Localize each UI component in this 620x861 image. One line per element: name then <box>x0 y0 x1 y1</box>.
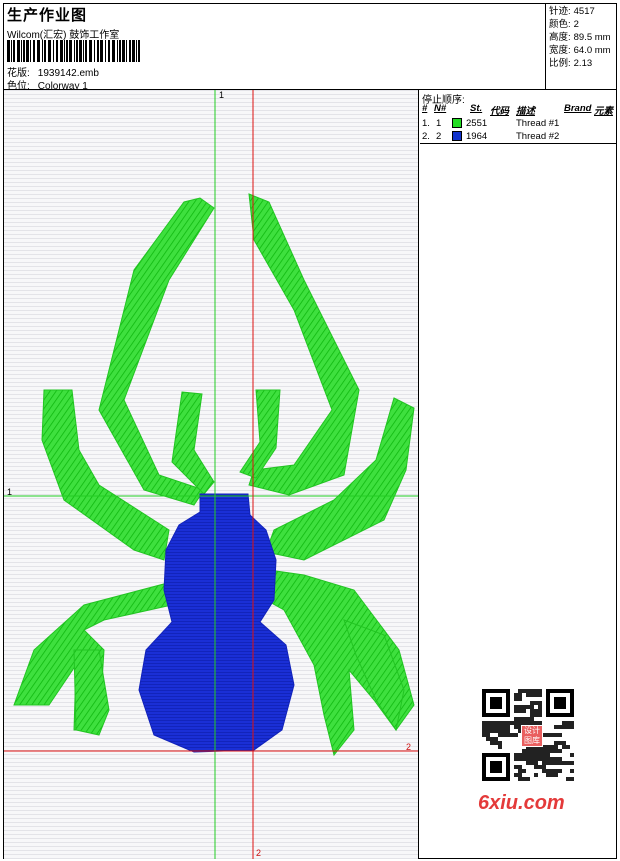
sheet-header: 生产作业图 Wilcom(汇宏) 鼓饰工作室 花版: 1939142.emb 色… <box>4 4 616 92</box>
col-n: N# <box>434 103 447 114</box>
thread-table-header: # N# St. 代码 描述 Brand 元素 <box>420 103 616 117</box>
divider <box>420 143 616 144</box>
axis-label-bottom: 2 <box>256 848 262 858</box>
watermark-stamp: 设计图库 <box>521 725 543 747</box>
company-name: Wilcom(汇宏) 鼓饰工作室 <box>7 30 120 41</box>
stat-width: 宽度: 64.0 mm <box>549 44 613 57</box>
stat-value: 2 <box>573 19 579 30</box>
thread-color-swatch <box>452 131 462 141</box>
row-desc: Thread #2 <box>516 131 560 142</box>
stat-label: 比例: <box>549 58 571 69</box>
col-element: 元素 <box>594 106 614 117</box>
stat-colors: 颜色: 2 <box>549 18 613 31</box>
row-desc: Thread #1 <box>516 118 560 129</box>
stat-stitches: 针迹: 4517 <box>549 5 613 18</box>
stat-height: 高度: 89.5 mm <box>549 31 613 44</box>
col-st: St. <box>470 103 483 114</box>
col-brand: Brand <box>564 103 592 114</box>
watermark-text: 6xiu.com <box>478 792 565 814</box>
stat-scale: 比例: 2.13 <box>549 57 613 70</box>
row-index: 1. <box>422 118 430 129</box>
stat-label: 针迹: <box>549 6 571 17</box>
stat-label: 宽度: <box>549 45 571 56</box>
axis-label-left: 1 <box>7 487 13 497</box>
row-n: 1 <box>436 118 442 129</box>
row-index: 2. <box>422 131 430 142</box>
header-info: 生产作业图 Wilcom(汇宏) 鼓饰工作室 花版: 1939142.emb 色… <box>4 4 544 92</box>
col-code: 代码 <box>490 106 510 117</box>
row-code: 2551 <box>466 118 488 129</box>
col-desc: 描述 <box>516 106 536 117</box>
page-title: 生产作业图 <box>7 7 88 24</box>
barcode-icon <box>7 40 140 62</box>
stat-label: 颜色: <box>549 19 571 30</box>
axis-label-top: 1 <box>219 90 225 100</box>
spider-embroidery-image <box>4 90 418 859</box>
design-stats: 针迹: 4517 颜色: 2 高度: 89.5 mm 宽度: 64.0 mm 比例: 2.… <box>545 4 616 90</box>
production-sheet: 生产作业图 Wilcom(汇宏) 鼓饰工作室 花版: 1939142.emb 色… <box>3 3 617 859</box>
stat-value: 4517 <box>573 6 595 17</box>
stat-value: 89.5 mm <box>573 32 611 43</box>
design-preview: 1 1 2 2 <box>4 90 419 859</box>
row-n: 2 <box>436 131 442 142</box>
stat-label: 高度: <box>549 32 571 43</box>
row-code: 1964 <box>466 131 488 142</box>
stat-value: 2.13 <box>573 58 593 69</box>
stat-value: 64.0 mm <box>573 45 611 56</box>
table-row: 1. 1 2551 Thread #1 <box>420 118 616 131</box>
axis-label-right: 2 <box>406 742 412 752</box>
col-hash: # <box>422 103 428 114</box>
thread-color-swatch <box>452 118 462 128</box>
